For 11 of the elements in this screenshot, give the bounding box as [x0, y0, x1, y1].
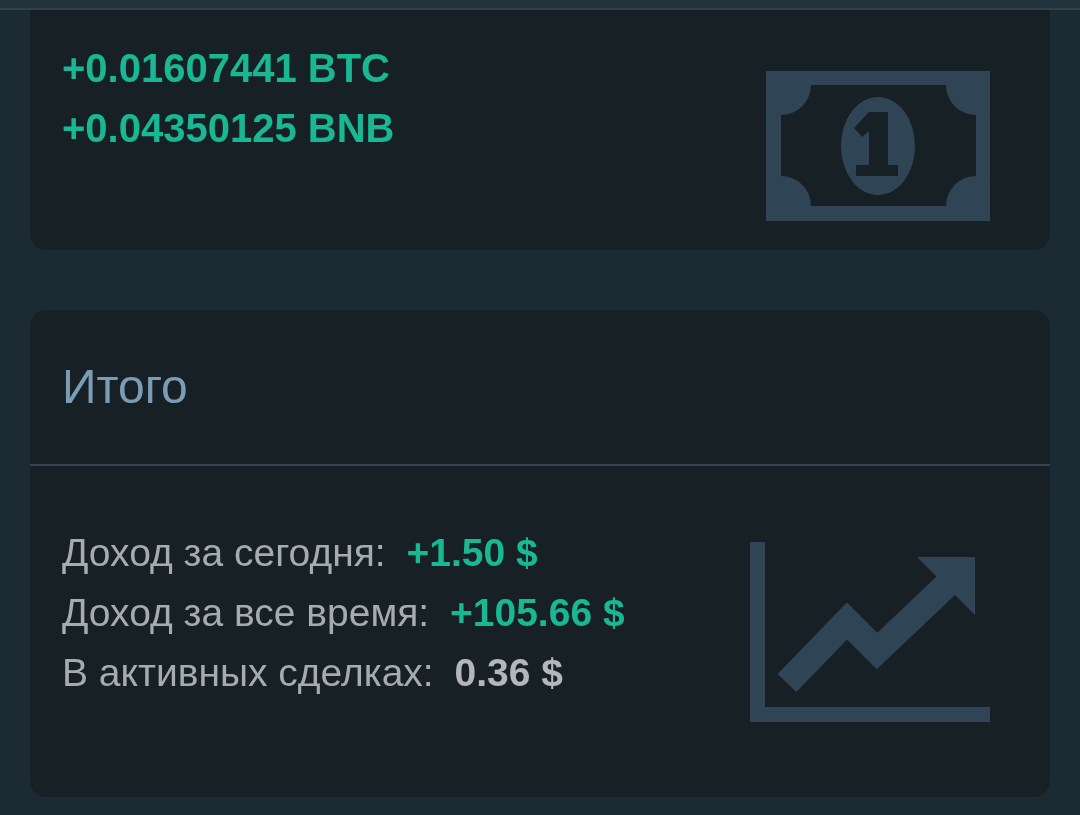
stat-value: +105.66 $	[450, 591, 625, 634]
stat-label: Доход за все время:	[62, 591, 430, 634]
stat-label: В активных сделках:	[62, 651, 434, 694]
stat-label: Доход за сегодня:	[62, 531, 386, 574]
stat-value: 0.36 $	[454, 651, 563, 694]
card-title: Итого	[62, 359, 188, 416]
banknote-icon	[766, 71, 990, 221]
stat-value: +1.50 $	[406, 531, 538, 574]
amount-text: +0.01607441 BTC	[62, 45, 391, 92]
amount-text: +0.04350125 BNB	[62, 105, 395, 152]
rising-chart-icon	[750, 542, 990, 722]
